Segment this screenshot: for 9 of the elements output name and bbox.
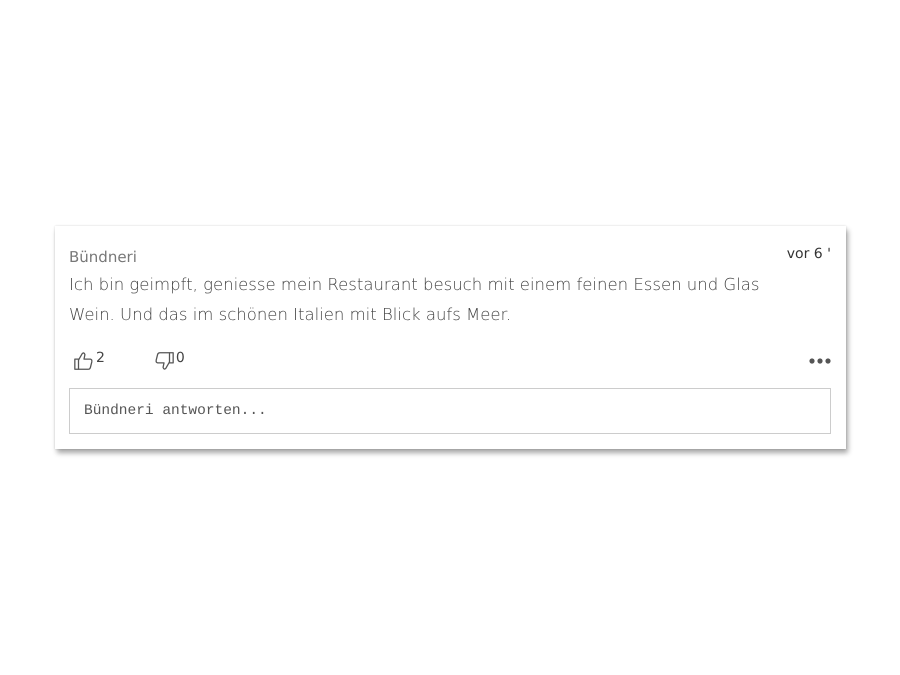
reply-field[interactable]: Bündneri antworten... bbox=[69, 388, 831, 434]
more-options-icon[interactable] bbox=[809, 358, 831, 364]
dislike-button[interactable]: 0 bbox=[148, 350, 189, 372]
thumbs-up-icon bbox=[73, 350, 95, 372]
comment-text: Ich bin geimpft, geniesse mein Restaurant besuch mit einem feinen Essen und Glas Wein. Und das im schönen Italien mit Blick aufs Meer. bbox=[69, 274, 761, 326]
comment-author: Bündneri bbox=[69, 248, 137, 266]
thumbs-down-icon bbox=[152, 350, 175, 372]
like-button[interactable]: 2 bbox=[69, 350, 109, 372]
comment-time: vor 6 ' bbox=[786, 246, 831, 262]
